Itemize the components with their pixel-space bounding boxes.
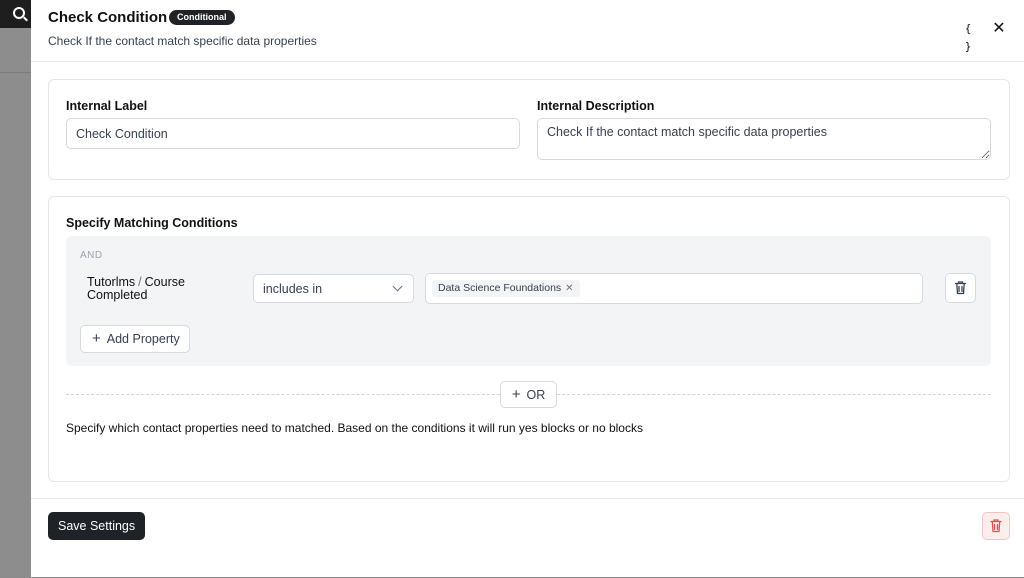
drawer-subtitle: Check If the contact match specific data… <box>48 34 317 48</box>
add-property-label: Add Property <box>106 332 180 346</box>
close-icon[interactable]: ✕ <box>990 20 1008 38</box>
type-badge: Conditional <box>169 10 235 25</box>
drawer-footer: Save Settings <box>31 498 1024 578</box>
general-settings-card: Internal Label Internal Description Chec… <box>48 79 1010 180</box>
trash-icon <box>990 519 1002 533</box>
trash-icon <box>954 281 967 295</box>
add-or-group-button[interactable]: + OR <box>500 381 557 408</box>
background-divider <box>0 72 31 73</box>
operator-value: includes in <box>263 282 323 296</box>
or-label: OR <box>526 388 546 402</box>
delete-condition-button[interactable] <box>945 273 976 303</box>
background-app-sidebar <box>0 0 31 577</box>
group-operator-label: AND <box>80 250 103 261</box>
remove-tag-icon[interactable]: ✕ <box>565 283 573 294</box>
drawer-header: Check Condition Conditional Check If the… <box>31 0 1024 62</box>
save-settings-button[interactable]: Save Settings <box>48 512 146 540</box>
internal-description-title: Internal Description <box>537 99 655 113</box>
background-app-topbar <box>0 0 31 28</box>
conditions-title: Specify Matching Conditions <box>66 216 238 230</box>
internal-label-title: Internal Label <box>66 99 148 113</box>
condition-group: AND Tutorlms / Course Completed includes i… <box>66 236 991 366</box>
conditions-card: Specify Matching Conditions AND Tutorlms… <box>48 196 1010 482</box>
chevron-down-icon <box>392 281 403 292</box>
operator-select[interactable]: includes in <box>253 274 414 303</box>
property-separator: / <box>138 275 142 289</box>
value-tag: Data Science Foundations ✕ <box>432 280 580 297</box>
values-multiselect[interactable]: Data Science Foundations ✕ <box>425 273 923 304</box>
search-icon[interactable] <box>13 7 25 19</box>
property-source: Tutorlms <box>87 275 136 289</box>
condition-property: Tutorlms / Course Completed <box>87 276 237 302</box>
settings-drawer: Check Condition Conditional Check If the… <box>31 0 1024 577</box>
conditions-help-text: Specify which contact properties need to… <box>66 421 643 435</box>
delete-block-button[interactable] <box>982 512 1010 540</box>
code-braces-icon[interactable]: { } <box>959 20 977 53</box>
plus-icon: + <box>92 330 101 347</box>
internal-description-textarea[interactable]: Check If the contact match specific data… <box>537 118 991 160</box>
drawer-title: Check Condition <box>48 9 168 26</box>
internal-label-input[interactable] <box>66 118 520 149</box>
add-property-button[interactable]: + Add Property <box>80 325 190 353</box>
value-tag-label: Data Science Foundations <box>438 282 562 294</box>
plus-icon: + <box>511 386 521 403</box>
